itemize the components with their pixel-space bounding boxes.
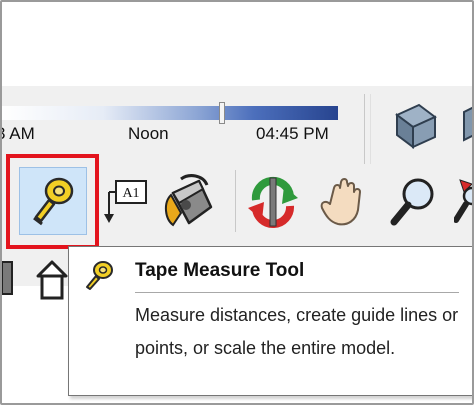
iso-view-box-icon [395,103,437,149]
view-button-partial[interactable] [458,104,472,144]
home-icon [36,260,68,300]
zoom-extents-button[interactable] [454,174,472,230]
toolbar-separator [235,170,236,232]
pan-hand-icon [320,178,361,226]
orbit-icon [248,176,298,228]
tape-measure-icon [86,261,113,290]
home-button[interactable] [34,256,70,302]
highlight-box [6,154,99,249]
shadow-time-slider-thumb[interactable] [219,102,225,124]
time-label-start: 3 AM [2,124,35,143]
toolbar-separator [364,94,365,164]
time-label-noon: Noon [128,124,169,143]
pan-button[interactable] [314,174,370,230]
zoom-magnifier-icon [390,178,434,226]
app-window: 3 AM Noon 04:45 PM A1 [0,0,474,405]
orbit-button[interactable] [246,174,300,230]
time-label-end: 04:45 PM [256,124,329,143]
text-tool-button[interactable]: A1 [104,178,150,226]
zoom-extents-icon [454,179,472,223]
tooltip-title: Tape Measure Tool [135,260,305,281]
view-partial-icon [463,106,472,142]
tooltip-divider [135,292,459,293]
paint-bucket-icon [165,174,213,227]
shadow-time-slider[interactable] [2,106,338,120]
iso-view-button[interactable] [390,100,440,152]
text-tool-icon: A1 [104,180,147,223]
tooltip-description: Measure distances, create guide lines or… [135,305,459,358]
paint-bucket-button[interactable] [158,172,218,232]
partial-tool-icon [2,261,13,295]
tooltip: Tape Measure Tool Measure distances, cre… [68,246,472,396]
zoom-button[interactable] [388,174,438,230]
text-tool-label: A1 [122,186,139,201]
partial-tool-button[interactable] [2,258,16,298]
toolbar-separator [370,94,371,164]
